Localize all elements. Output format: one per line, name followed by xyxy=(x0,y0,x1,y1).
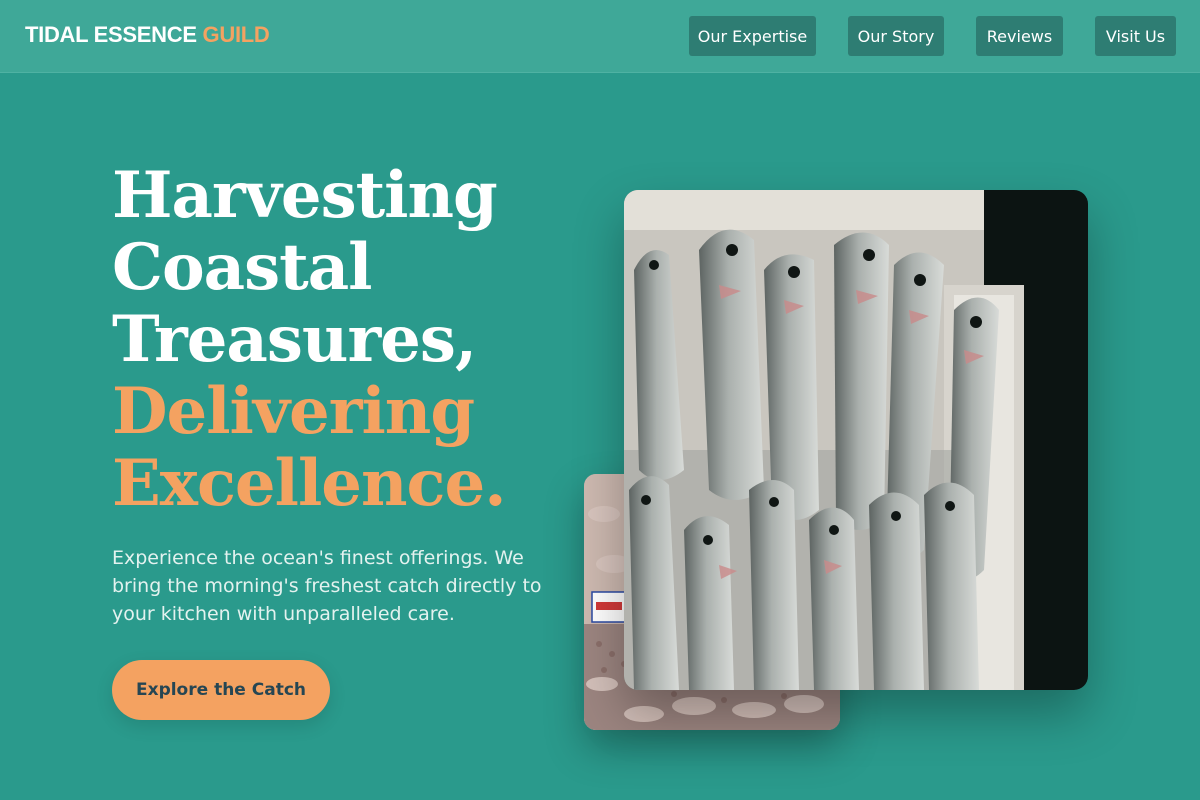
nav-reviews[interactable]: Reviews xyxy=(976,16,1063,56)
brand-name: TIDAL ESSENCE xyxy=(25,22,197,47)
hero-subtext: Experience the ocean's finest offerings.… xyxy=(112,547,542,625)
headline-accent-line: Delivering xyxy=(112,374,475,449)
headline-line: Treasures, xyxy=(112,302,477,377)
fresh-fish-photo xyxy=(624,190,1088,690)
headline-line: Harvesting xyxy=(112,158,498,233)
brand-name-accent: GUILD xyxy=(202,22,270,47)
site-header: TIDAL ESSENCE GUILD Our Expertise Our St… xyxy=(0,0,1200,73)
nav-our-story[interactable]: Our Story xyxy=(848,16,944,56)
headline-accent-line: Excellence. xyxy=(112,446,506,521)
explore-catch-button[interactable]: Explore the Catch xyxy=(112,660,330,720)
headline-line: Coastal xyxy=(112,230,372,305)
page: TIDAL ESSENCE GUILD Our Expertise Our St… xyxy=(0,0,1200,800)
nav-our-expertise[interactable]: Our Expertise xyxy=(689,16,816,56)
nav-visit-us[interactable]: Visit Us xyxy=(1095,16,1176,56)
fish-on-ice-illustration xyxy=(624,190,1088,690)
hero-headline: Harvesting Coastal Treasures, Delivering… xyxy=(112,160,582,520)
brand-logo[interactable]: TIDAL ESSENCE GUILD xyxy=(25,22,270,48)
